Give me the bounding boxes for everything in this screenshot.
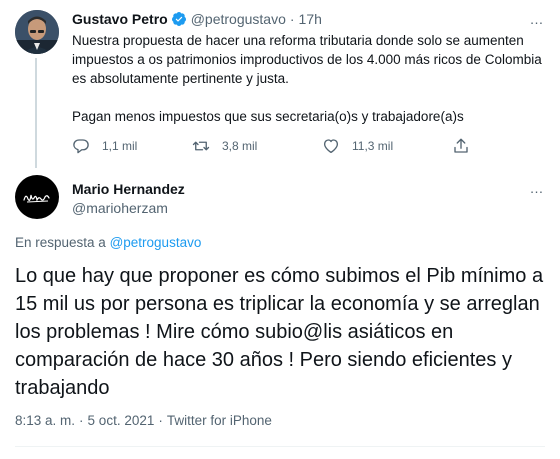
tweet-header: Gustavo Petro @petrogustavo · 17h xyxy=(72,10,322,28)
author-handle[interactable]: @petrogustavo xyxy=(191,11,286,27)
tweet-metadata: 8:13 a. m. · 5 oct. 2021 · Twitter for iPhon… xyxy=(15,413,272,428)
thread-connector-line xyxy=(35,58,37,168)
reply-tweet-text: Lo que hay que proponer es cómo subimos … xyxy=(15,265,544,399)
retweet-button[interactable]: 3,8 mil xyxy=(192,134,257,158)
verified-badge-icon xyxy=(171,12,186,26)
replying-to-label: En respuesta a xyxy=(15,235,106,250)
tweet-actions: 1,1 mil 3,8 mil 11,3 mil xyxy=(72,134,482,158)
avatar-image xyxy=(15,10,59,54)
replying-to-handle-link[interactable]: @petrogustavo xyxy=(110,235,202,250)
separator-dot: · xyxy=(79,413,84,428)
reply-author-name[interactable]: Mario Hernandez xyxy=(72,181,185,197)
share-icon xyxy=(454,138,468,153)
like-count: 11,3 mil xyxy=(352,139,394,153)
reply-count: 1,1 mil xyxy=(102,139,138,153)
share-button[interactable] xyxy=(452,134,470,158)
tweet-time[interactable]: 17h xyxy=(299,11,322,27)
parent-tweet[interactable]: Gustavo Petro @petrogustavo · 17h … Nues… xyxy=(0,0,560,168)
tweet-timestamp[interactable]: 8:13 a. m. xyxy=(15,413,75,428)
tweet-date[interactable]: 5 oct. 2021 xyxy=(88,413,155,428)
reply-icon xyxy=(73,139,89,154)
signature-logo xyxy=(23,194,50,203)
tweet-paragraph: Pagan menos impuestos que sus secretaria… xyxy=(72,109,464,124)
heart-icon xyxy=(323,139,339,154)
separator-dot: · xyxy=(289,11,295,27)
tweet-paragraph: Nuestra propuesta de hacer una reforma t… xyxy=(72,33,542,86)
retweet-icon xyxy=(192,141,210,151)
tweet-source[interactable]: Twitter for iPhone xyxy=(167,413,272,428)
retweet-count: 3,8 mil xyxy=(222,139,258,153)
reply-button[interactable]: 1,1 mil xyxy=(72,134,137,158)
author-name[interactable]: Gustavo Petro xyxy=(72,11,168,27)
tweet-text: Nuestra propuesta de hacer una reforma t… xyxy=(72,31,547,126)
reply-author-handle[interactable]: @marioherzam xyxy=(72,200,168,216)
more-icon[interactable]: … xyxy=(527,178,547,198)
replying-to-line: En respuesta a @petrogustavo xyxy=(15,235,201,250)
avatar[interactable] xyxy=(15,175,59,219)
separator-dot: · xyxy=(158,413,163,428)
more-icon[interactable]: … xyxy=(527,9,547,29)
like-button[interactable]: 11,3 mil xyxy=(322,134,393,158)
avatar[interactable] xyxy=(15,10,59,54)
divider xyxy=(15,446,545,447)
tweet-thread: Gustavo Petro @petrogustavo · 17h … Nues… xyxy=(0,0,560,459)
